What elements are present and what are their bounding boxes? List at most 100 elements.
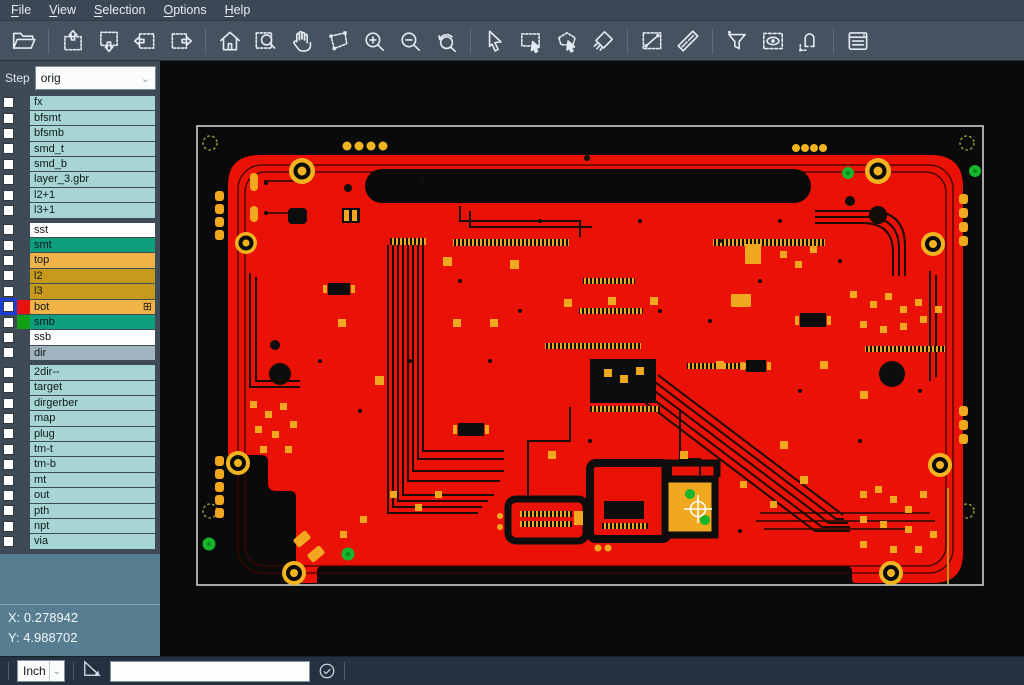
layer-row[interactable]: smt [0, 238, 160, 253]
layer-checkbox[interactable] [3, 317, 14, 328]
layer-row[interactable]: sst [0, 222, 160, 237]
measure-ruler-button[interactable] [670, 24, 706, 58]
layer-checkbox[interactable] [3, 190, 14, 201]
layer-row[interactable]: bfsmt [0, 110, 160, 125]
layer-row[interactable]: dir [0, 345, 160, 360]
layer-checkbox[interactable] [3, 505, 14, 516]
layer-row[interactable]: smb [0, 314, 160, 329]
select-polygon-button[interactable] [549, 24, 585, 58]
menu-item[interactable]: Options [154, 0, 215, 20]
layer-row[interactable]: smd_t [0, 141, 160, 156]
layer-checkbox[interactable] [3, 444, 14, 455]
command-input[interactable] [110, 661, 310, 682]
layer-row[interactable]: smd_b [0, 157, 160, 172]
import-step-down-button[interactable] [91, 24, 127, 58]
pan-button[interactable] [284, 24, 320, 58]
snap-button[interactable] [791, 24, 827, 58]
clear-brush-button[interactable] [585, 24, 621, 58]
layer-name: l3+1 [34, 203, 155, 218]
corner-measure-button[interactable] [82, 660, 102, 683]
layer-row[interactable]: out [0, 488, 160, 503]
zoom-in-button[interactable] [356, 24, 392, 58]
layer-name: top [34, 253, 155, 268]
layer-checkbox[interactable] [3, 490, 14, 501]
layer-checkbox[interactable] [3, 367, 14, 378]
layer-checkbox[interactable] [3, 413, 14, 424]
zoom-out-button[interactable] [392, 24, 428, 58]
hand-icon [289, 28, 315, 54]
log-panel-button[interactable] [840, 24, 876, 58]
layer-row[interactable]: tm-t [0, 442, 160, 457]
layer-row[interactable]: target [0, 380, 160, 395]
layer-checkbox[interactable] [3, 205, 14, 216]
measure-line-button[interactable] [634, 24, 670, 58]
layer-row[interactable]: 2dir-- [0, 365, 160, 380]
layer-row[interactable]: l3+1 [0, 203, 160, 218]
layer-row[interactable]: l2 [0, 268, 160, 283]
layer-row[interactable]: top [0, 253, 160, 268]
pcb-viewport[interactable] [160, 61, 1024, 656]
layer-checkbox[interactable] [3, 143, 14, 154]
layer-checkbox[interactable] [3, 398, 14, 409]
layer-row[interactable]: bfsmb [0, 126, 160, 141]
layer-checkbox[interactable] [3, 332, 14, 343]
unit-dropdown[interactable]: Inch ⌄ [17, 660, 65, 682]
menu-bar: File View Selection Options Help [0, 0, 1024, 21]
layer-checkbox[interactable] [3, 255, 14, 266]
layer-row[interactable]: pth [0, 503, 160, 518]
layer-checkbox[interactable] [3, 382, 14, 393]
layer-row[interactable]: mt [0, 472, 160, 487]
menu-item[interactable]: View [40, 0, 85, 20]
shift-right-button[interactable] [163, 24, 199, 58]
open-file-button[interactable] [6, 24, 42, 58]
layer-checkbox[interactable] [3, 536, 14, 547]
layer-row[interactable]: l3 [0, 284, 160, 299]
select-rectangle-button[interactable] [513, 24, 549, 58]
zoom-polygon-button[interactable] [320, 24, 356, 58]
layer-checkbox[interactable] [3, 113, 14, 124]
menu-item[interactable]: Help [216, 0, 260, 20]
layer-checkbox[interactable] [3, 286, 14, 297]
zoom-home-button[interactable] [212, 24, 248, 58]
layer-row[interactable]: fx [0, 95, 160, 110]
layer-row[interactable]: npt [0, 519, 160, 534]
menu-item[interactable]: File [2, 0, 40, 20]
select-cursor-button[interactable] [477, 24, 513, 58]
layer-checkbox[interactable] [3, 97, 14, 108]
layer-row[interactable]: dirgerber [0, 395, 160, 410]
layer-color-swatch [17, 223, 30, 237]
edge-trace [947, 488, 949, 584]
layer-checkbox[interactable] [3, 521, 14, 532]
zoom-window-button[interactable] [248, 24, 284, 58]
layer-row[interactable]: plug [0, 426, 160, 441]
shift-left-button[interactable] [127, 24, 163, 58]
import-step-up-button[interactable] [55, 24, 91, 58]
apply-button[interactable] [318, 662, 336, 680]
layer-row[interactable]: map [0, 411, 160, 426]
layer-checkbox[interactable] [3, 174, 14, 185]
menu-item[interactable]: Selection [85, 0, 154, 20]
board-top-slot [365, 169, 811, 203]
layer-row[interactable]: tm-b [0, 457, 160, 472]
layer-checkbox[interactable] [3, 459, 14, 470]
layer-row[interactable]: via [0, 534, 160, 549]
view-options-button[interactable] [755, 24, 791, 58]
layer-checkbox[interactable] [3, 270, 14, 281]
layer-checkbox[interactable] [3, 159, 14, 170]
layer-checkbox[interactable] [3, 428, 14, 439]
layer-row[interactable]: layer_3.gbr [0, 172, 160, 187]
zoom-previous-button[interactable] [428, 24, 464, 58]
layer-color-swatch [17, 172, 30, 186]
step-dropdown[interactable]: orig ⌄ [35, 66, 156, 90]
layer-row[interactable]: bot ⊞ [0, 299, 160, 314]
layer-row[interactable]: ssb [0, 330, 160, 345]
layer-checkbox[interactable] [3, 475, 14, 486]
layer-checkbox[interactable] [3, 347, 14, 358]
layer-checkbox[interactable] [3, 240, 14, 251]
filter-button[interactable] [719, 24, 755, 58]
layer-row[interactable]: l2+1 [0, 187, 160, 202]
layer-checkbox[interactable] [3, 128, 14, 139]
layer-checkbox[interactable] [3, 224, 14, 235]
layer-checkbox[interactable] [3, 301, 14, 312]
layer-name: plug [34, 427, 155, 442]
